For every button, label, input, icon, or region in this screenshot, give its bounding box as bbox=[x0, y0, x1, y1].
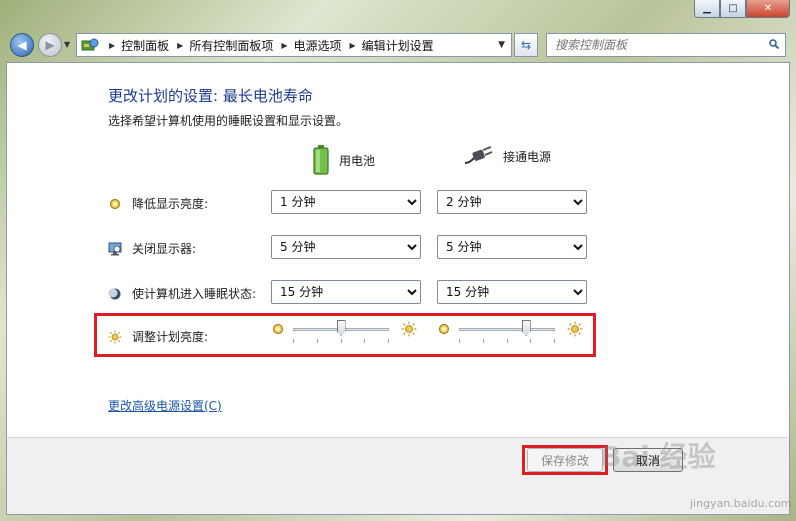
setting-row-turn-off-display: 关闭显示器: bbox=[108, 240, 196, 257]
breadcrumb-item[interactable]: 控制面板 ▶ bbox=[121, 37, 189, 54]
battery-icon bbox=[313, 145, 329, 175]
forward-arrow-icon: ▶ bbox=[45, 38, 55, 52]
slider-ticks bbox=[293, 339, 389, 343]
dim-display-plugged-select[interactable]: 2 分钟 bbox=[437, 190, 587, 214]
dim-display-label: 降低显示亮度: bbox=[132, 197, 209, 211]
breadcrumb-separator-icon[interactable]: ▶ bbox=[350, 41, 356, 50]
watermark-url: jingyan.baidu.com bbox=[690, 497, 792, 510]
address-dropdown-icon[interactable]: ▼ bbox=[498, 40, 505, 50]
search-icon[interactable] bbox=[769, 39, 779, 49]
refresh-icon: ⇆ bbox=[520, 38, 532, 52]
sleep-plugged-select[interactable]: 15 分钟 bbox=[437, 280, 587, 304]
slider-tick bbox=[293, 339, 294, 343]
slider-thumb[interactable] bbox=[336, 320, 346, 336]
setting-row-dim-display: 降低显示亮度: bbox=[108, 195, 208, 212]
setting-row-brightness: 调整计划亮度: bbox=[108, 328, 208, 345]
dim-brightness-icon bbox=[438, 323, 450, 335]
breadcrumb-separator-icon[interactable]: ▶ bbox=[177, 41, 183, 50]
forward-button[interactable]: ▶ bbox=[38, 33, 62, 57]
page-title: 更改计划的设置: 最长电池寿命 bbox=[108, 87, 313, 105]
address-bar[interactable]: ▶ 控制面板 ▶ 所有控制面板项 ▶ 电源选项 ▶ 编辑计划设置 ▼ bbox=[76, 33, 512, 57]
monitor-off-icon bbox=[108, 242, 122, 256]
dim-brightness-icon bbox=[272, 323, 284, 335]
slider-thumb[interactable] bbox=[521, 320, 531, 336]
breadcrumb-item[interactable]: 电源选项 ▶ bbox=[294, 37, 362, 54]
breadcrumb-item[interactable]: 所有控制面板项 ▶ bbox=[189, 37, 293, 54]
breadcrumb-separator-icon[interactable]: ▶ bbox=[109, 41, 115, 50]
slider-tick bbox=[482, 339, 484, 343]
bright-brightness-icon bbox=[401, 321, 417, 337]
brightness-sun-icon bbox=[108, 330, 122, 344]
back-arrow-icon: ◀ bbox=[17, 38, 27, 52]
brightness-battery-slider[interactable] bbox=[271, 319, 417, 349]
slider-tick bbox=[506, 339, 508, 343]
bright-brightness-icon bbox=[567, 321, 583, 337]
page-subtitle: 选择希望计算机使用的睡眠设置和显示设置。 bbox=[108, 114, 349, 128]
caption-buttons: ▁ □ ✕ bbox=[694, 0, 790, 18]
dim-display-icon bbox=[108, 197, 122, 211]
minimize-icon: ▁ bbox=[703, 3, 711, 14]
slider-tick bbox=[340, 339, 342, 343]
slider-tick bbox=[388, 339, 389, 343]
window-titlebar: ▁ □ ✕ bbox=[0, 0, 796, 30]
search-box[interactable] bbox=[546, 33, 786, 57]
battery-column-label: 用电池 bbox=[339, 153, 376, 168]
turn-off-display-plugged-select[interactable]: 5 分钟 bbox=[437, 235, 587, 259]
maximize-icon: □ bbox=[728, 3, 738, 14]
back-button[interactable]: ◀ bbox=[10, 33, 34, 57]
turn-off-display-battery-select[interactable]: 5 分钟 bbox=[271, 235, 421, 259]
breadcrumb-item[interactable]: 编辑计划设置 bbox=[362, 37, 434, 54]
column-header-plugged: 接通电源 bbox=[463, 145, 551, 167]
power-plug-icon bbox=[464, 146, 493, 164]
advanced-power-settings-link[interactable]: 更改高级电源设置(C) bbox=[108, 397, 222, 414]
slider-tick bbox=[554, 339, 555, 343]
slider-tick bbox=[459, 339, 460, 343]
sleep-label: 使计算机进入睡眠状态: bbox=[132, 287, 257, 301]
turn-off-display-label: 关闭显示器: bbox=[132, 242, 197, 256]
refresh-button[interactable]: ⇆ bbox=[514, 33, 538, 57]
slider-track[interactable] bbox=[459, 328, 555, 331]
search-input[interactable] bbox=[555, 38, 755, 52]
dim-display-battery-select[interactable]: 1 分钟 bbox=[271, 190, 421, 214]
history-dropdown-icon[interactable]: ▼ bbox=[64, 40, 70, 49]
brightness-plugged-slider[interactable] bbox=[437, 319, 583, 349]
maximize-button[interactable]: □ bbox=[720, 0, 746, 18]
save-changes-button[interactable]: 保存修改 bbox=[527, 448, 603, 472]
close-button[interactable]: ✕ bbox=[746, 0, 790, 18]
brightness-label: 调整计划亮度: bbox=[132, 330, 209, 344]
slider-tick bbox=[316, 339, 318, 343]
navigation-bar: ◀ ▶ ▼ ▶ 控制面板 ▶ 所有控制面板项 ▶ 电源选项 ▶ 编辑计划设置 ▼ ⇆ bbox=[0, 30, 796, 62]
column-header-battery: 用电池 bbox=[313, 145, 375, 175]
breadcrumb-separator-icon[interactable]: ▶ bbox=[281, 41, 287, 50]
minimize-button[interactable]: ▁ bbox=[694, 0, 720, 18]
slider-tick bbox=[364, 339, 366, 343]
slider-ticks bbox=[459, 339, 555, 343]
sleep-battery-select[interactable]: 15 分钟 bbox=[271, 280, 421, 304]
watermark-logo: Bai 经验 bbox=[600, 440, 716, 473]
slider-tick bbox=[530, 339, 532, 343]
plugged-column-label: 接通电源 bbox=[503, 149, 552, 164]
close-icon: ✕ bbox=[763, 3, 773, 14]
content-pane: 更改计划的设置: 最长电池寿命 选择希望计算机使用的睡眠设置和显示设置。 用电池… bbox=[6, 62, 790, 437]
control-panel-icon bbox=[81, 38, 99, 52]
sleep-moon-icon bbox=[108, 287, 122, 301]
setting-row-sleep: 使计算机进入睡眠状态: bbox=[108, 285, 256, 302]
